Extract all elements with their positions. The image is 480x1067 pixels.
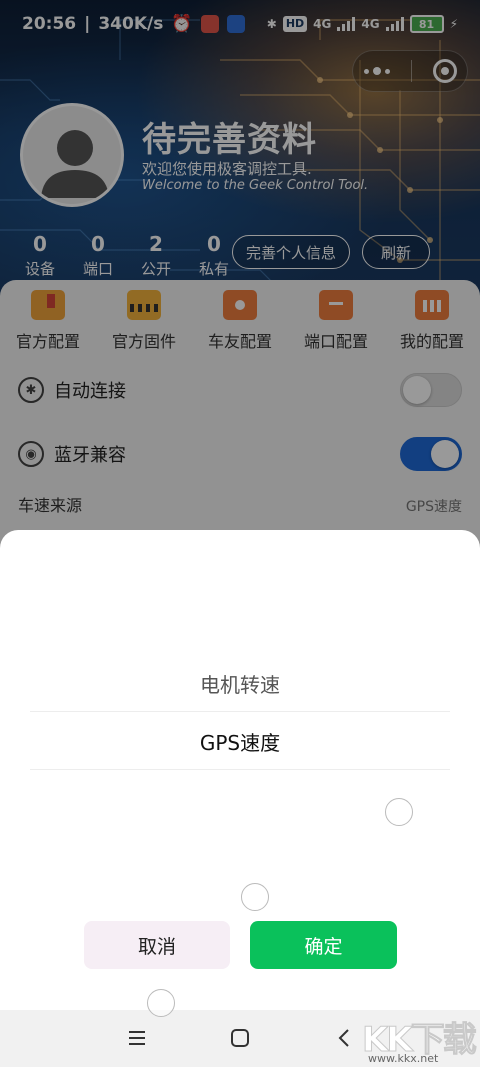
option-gps-speed[interactable]: GPS速度: [30, 714, 450, 770]
touch-indicator: [147, 989, 175, 1017]
menu-icon[interactable]: [125, 1026, 149, 1050]
confirm-button[interactable]: 确定: [250, 921, 397, 969]
cancel-button[interactable]: 取消: [84, 921, 230, 969]
touch-indicator: [241, 883, 269, 911]
option-motor-speed[interactable]: 电机转速: [30, 656, 450, 712]
speed-source-sheet: 电机转速 GPS速度 取消 确定: [0, 530, 480, 1010]
watermark-logo: KK下载 www.kkx.net: [362, 1020, 478, 1066]
back-icon[interactable]: [332, 1026, 356, 1050]
home-icon[interactable]: [228, 1026, 252, 1050]
touch-indicator: [385, 798, 413, 826]
